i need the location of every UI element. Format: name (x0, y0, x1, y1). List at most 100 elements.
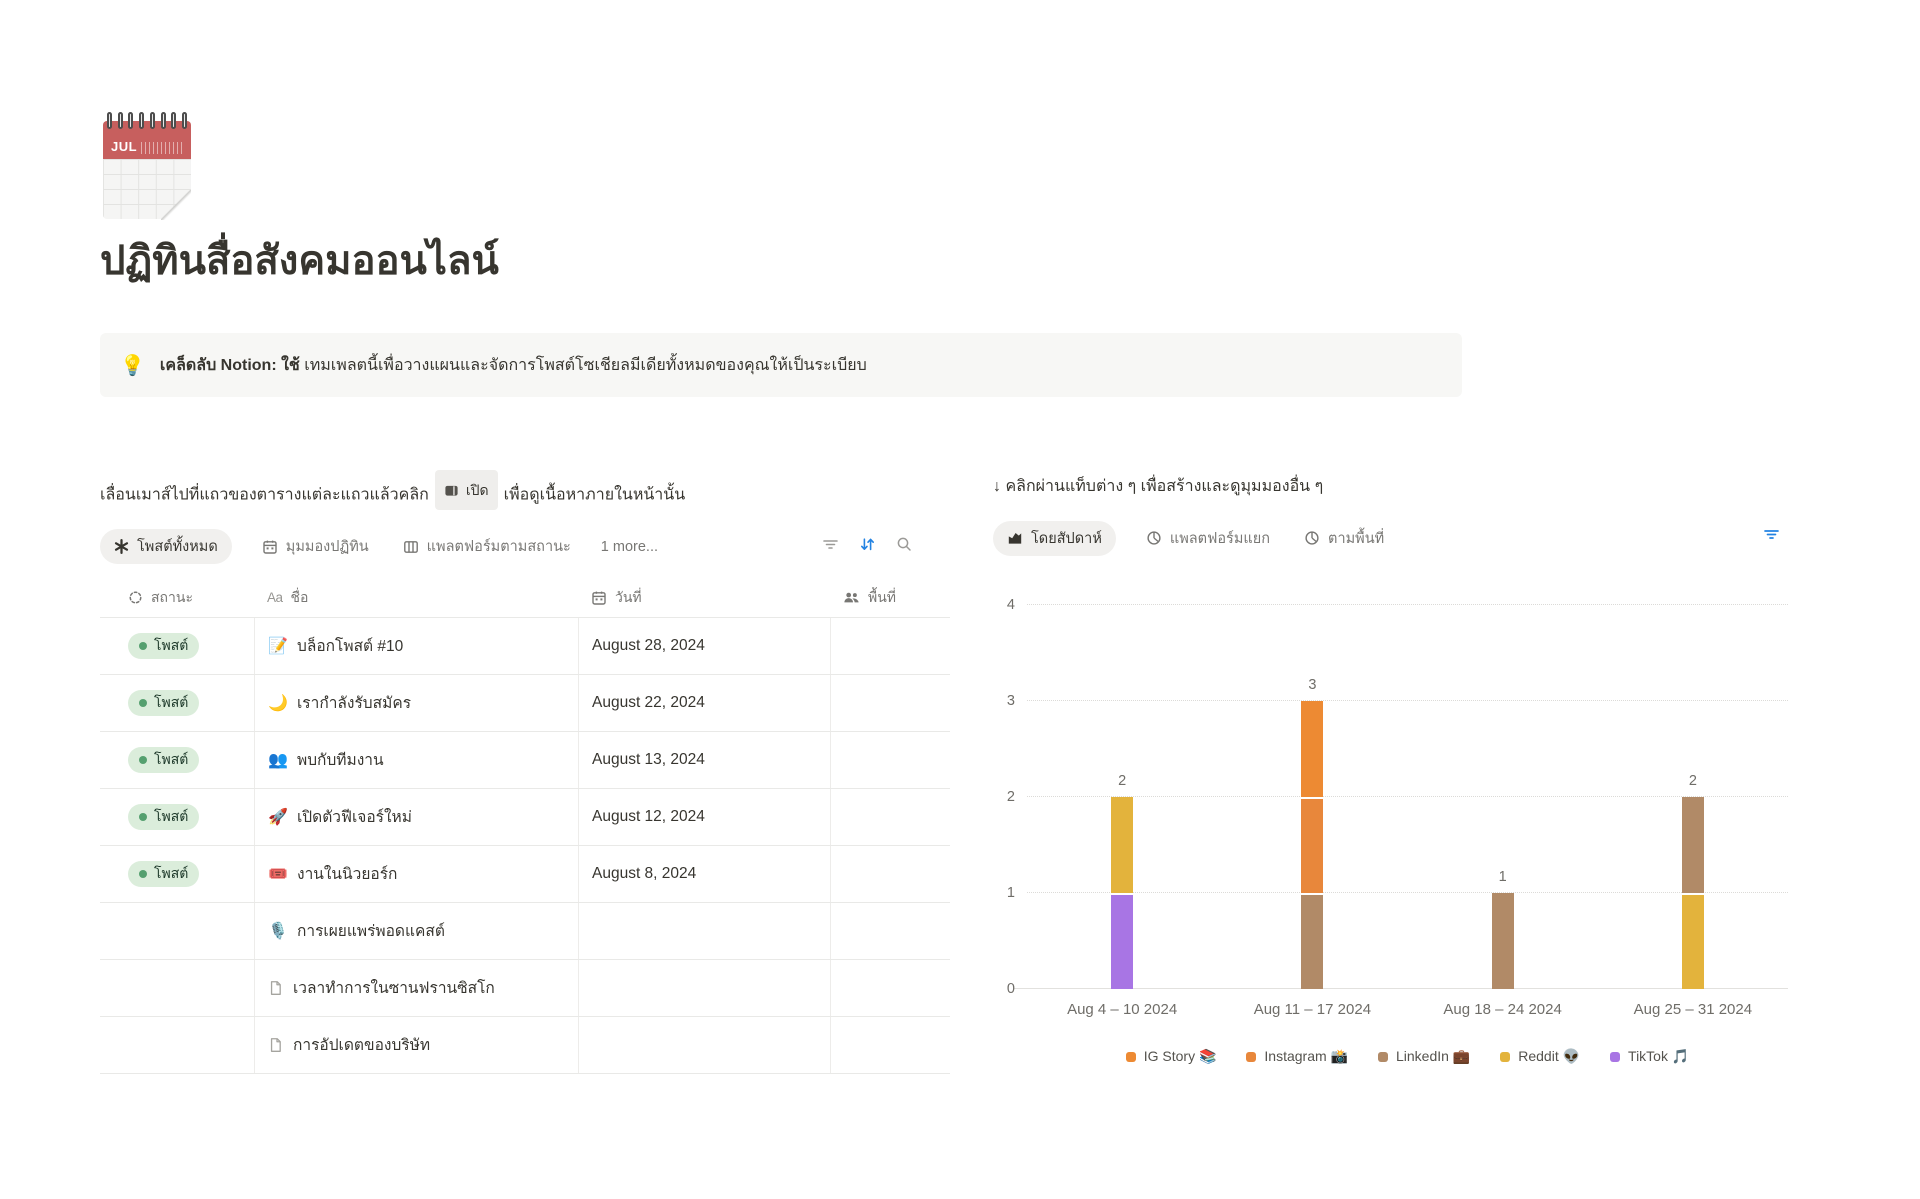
view-tab-active[interactable]: โดยสัปดาห์ (993, 521, 1116, 556)
x-axis-category-label: Aug 18 – 24 2024 (1408, 1001, 1598, 1018)
table-row[interactable]: การอัปเดตของบริษัท (100, 1017, 950, 1074)
status-cell[interactable] (100, 960, 254, 1016)
side-peek-icon (444, 483, 459, 498)
page-link: 🎙️การเผยแพร่พอดแคสต์ (268, 918, 445, 943)
date-cell[interactable]: August 22, 2024 (578, 675, 830, 731)
legend-swatch (1246, 1052, 1256, 1062)
legend-item-ig-story: IG Story 📚 (1126, 1048, 1217, 1065)
name-cell[interactable]: เวลาทำการในซานฟรานซิสโก (254, 960, 578, 1016)
open-button-badge[interactable]: เปิด (435, 470, 498, 510)
posts-database-section: เลื่อนเมาส์ไปที่แถวของตารางแต่ละแถวแล้วค… (100, 470, 950, 1074)
table-row[interactable]: โพสต์ 👥พบกับทีมงานAugust 13, 2024 (100, 732, 950, 789)
view-tab-label: ตามพื้นที่ (1328, 527, 1384, 550)
name-cell[interactable]: 🌙เรากำลังรับสมัคร (254, 675, 578, 731)
view-tab-inactive[interactable]: มุมมองปฏิทิน (258, 529, 373, 564)
row-emoji-icon: 🌙 (268, 693, 287, 713)
status-cell[interactable] (100, 1017, 254, 1073)
status-cell[interactable]: โพสต์ (100, 618, 254, 674)
bar-segment-instagram (1301, 797, 1323, 893)
date-cell[interactable]: August 8, 2024 (578, 846, 830, 902)
name-cell[interactable]: 👥พบกับทีมงาน (254, 732, 578, 788)
more-views-button[interactable]: 1 more... (601, 539, 658, 555)
date-cell[interactable]: August 28, 2024 (578, 618, 830, 674)
area-cell[interactable] (830, 903, 950, 959)
status-cell[interactable]: โพสต์ (100, 732, 254, 788)
column-header-label: วันที่ (615, 587, 642, 609)
name-cell[interactable]: การอัปเดตของบริษัท (254, 1017, 578, 1073)
page-link: 📝บล็อกโพสต์ #10 (268, 633, 403, 658)
view-tab-inactive[interactable]: แพลตฟอร์มแยก (1142, 521, 1274, 556)
open-button-label: เปิด (466, 473, 489, 507)
column-header-2[interactable]: วันที่ (578, 587, 830, 609)
page-link: 🚀เปิดตัวฟีเจอร์ใหม่ (268, 804, 412, 829)
date-cell[interactable] (578, 903, 830, 959)
area-cell[interactable] (830, 846, 950, 902)
bar-total-label: 2 (1102, 773, 1142, 789)
chart-gridline (1027, 604, 1788, 605)
y-axis-tick-label: 3 (989, 693, 1015, 709)
view-tab-label: แพลตฟอร์มตามสถานะ (427, 535, 571, 558)
bar-segment-tiktok (1111, 893, 1133, 989)
date-cell[interactable]: August 13, 2024 (578, 732, 830, 788)
status-cell[interactable]: โพสต์ (100, 675, 254, 731)
status-label: โพสต์ (154, 749, 188, 771)
search-icon[interactable] (896, 536, 912, 552)
date-cell[interactable]: August 12, 2024 (578, 789, 830, 845)
date-cell[interactable] (578, 960, 830, 1016)
row-title: บล็อกโพสต์ #10 (297, 633, 403, 658)
row-title: เวลาทำการในซานฟรานซิสโก (293, 975, 495, 1000)
page-link: เวลาทำการในซานฟรานซิสโก (268, 975, 495, 1000)
name-cell[interactable]: 🎟️งานในนิวยอร์ก (254, 846, 578, 902)
view-toolbar (1763, 527, 1780, 542)
row-emoji-icon: 🎟️ (268, 864, 287, 884)
chart-hint-text: ↓ คลิกผ่านแท็บต่าง ๆ เพื่อสร้างและดูมุมม… (993, 470, 1838, 504)
filter-icon[interactable] (1763, 527, 1780, 542)
status-label: โพสต์ (154, 806, 188, 828)
date-cell[interactable] (578, 1017, 830, 1073)
status-label: โพสต์ (154, 635, 188, 657)
area-cell[interactable] (830, 618, 950, 674)
name-cell[interactable]: 🎙️การเผยแพร่พอดแคสต์ (254, 903, 578, 959)
view-tab-label: โพสต์ทั้งหมด (137, 535, 218, 558)
area-cell[interactable] (830, 789, 950, 845)
table-view-tabs: โพสต์ทั้งหมด มุมมองปฏิทิน แพลตฟอร์มตามสถาน… (100, 529, 950, 565)
legend-item-instagram: Instagram 📸 (1246, 1048, 1348, 1065)
table-row[interactable]: โพสต์🌙เรากำลังรับสมัครAugust 22, 2024 (100, 675, 950, 732)
filter-icon[interactable] (822, 537, 839, 552)
bar-total-label: 1 (1483, 869, 1523, 885)
status-badge: โพสต์ (128, 747, 199, 773)
column-header-1[interactable]: Aaชื่อ (254, 587, 578, 609)
name-cell[interactable]: 📝บล็อกโพสต์ #10 (254, 618, 578, 674)
page-emoji-calendar-icon[interactable]: JUL (103, 112, 191, 220)
area-cell[interactable] (830, 675, 950, 731)
status-cell[interactable] (100, 903, 254, 959)
name-cell[interactable]: 🚀เปิดตัวฟีเจอร์ใหม่ (254, 789, 578, 845)
table-row[interactable]: เวลาทำการในซานฟรานซิสโก (100, 960, 950, 1017)
chart-plot-area: 012342312 (1027, 605, 1788, 989)
stacked-bar (1111, 797, 1133, 989)
area-cell[interactable] (830, 960, 950, 1016)
status-cell[interactable]: โพสต์ (100, 789, 254, 845)
status-label: โพสต์ (154, 863, 188, 885)
stacked-bar (1492, 893, 1514, 989)
column-header-3[interactable]: พื้นที่ (830, 587, 950, 609)
area-cell[interactable] (830, 732, 950, 788)
view-tab-inactive[interactable]: ตามพื้นที่ (1300, 521, 1388, 556)
table-row[interactable]: 🎙️การเผยแพร่พอดแคสต์ (100, 903, 950, 960)
column-header-label: สถานะ (151, 587, 193, 609)
sort-icon[interactable] (859, 536, 876, 553)
view-toolbar (822, 536, 912, 553)
status-dot-icon (139, 699, 147, 707)
table-row[interactable]: โพสต์ 🚀เปิดตัวฟีเจอร์ใหม่ August 12, 2024 (100, 789, 950, 846)
notion-tip-callout: 💡 เคล็ดลับ Notion: ใช้ เทมเพลตนี้เพื่อวา… (100, 333, 1462, 397)
status-badge: โพสต์ (128, 804, 199, 830)
status-cell[interactable]: โพสต์ (100, 846, 254, 902)
area-cell[interactable] (830, 1017, 950, 1073)
table-row[interactable]: โพสต์ 🎟️งานในนิวยอร์กAugust 8, 2024 (100, 846, 950, 903)
column-header-0[interactable]: สถานะ (100, 587, 254, 609)
table-row[interactable]: โพสต์ 📝บล็อกโพสต์ #10 August 28, 2024 (100, 618, 950, 675)
status-dot-icon (139, 756, 147, 764)
page-title[interactable]: ปฏิทินสื่อสังคมออนไลน์ (100, 228, 499, 292)
view-tab-inactive[interactable]: แพลตฟอร์มตามสถานะ (399, 529, 575, 564)
view-tab-active[interactable]: โพสต์ทั้งหมด (100, 529, 232, 564)
